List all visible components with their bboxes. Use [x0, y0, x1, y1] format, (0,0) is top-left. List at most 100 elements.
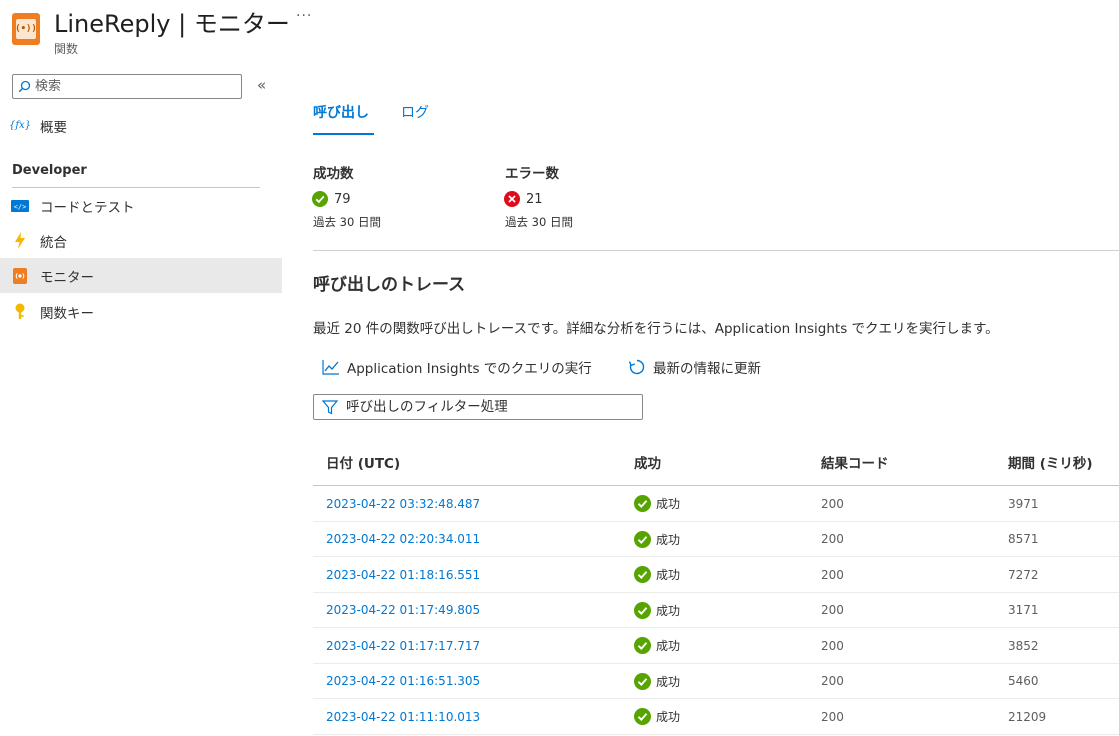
duration: 3971: [1008, 496, 1039, 511]
invocation-date-link[interactable]: 2023-04-22 02:20:34.011: [326, 522, 480, 557]
invocation-date-link[interactable]: 2023-04-22 01:16:51.305: [326, 664, 480, 699]
success-status: 成功: [634, 593, 680, 628]
table-row: 2023-04-22 02:20:34.011 成功 200 8571: [313, 522, 1119, 557]
result-code: 200: [821, 709, 844, 724]
search-icon: [13, 80, 35, 93]
function-icon: {fx}: [8, 120, 32, 131]
invocation-date-link[interactable]: 2023-04-22 01:18:16.551: [326, 557, 480, 592]
column-header-duration[interactable]: 期間 (ミリ秒): [1008, 452, 1093, 472]
table-row: 2023-04-22 01:11:10.013 成功 200 21209: [313, 699, 1119, 735]
invocation-date-link[interactable]: 2023-04-22 01:17:49.805: [326, 593, 480, 628]
sidebar-item-code-test[interactable]: </> コードとテスト: [0, 188, 282, 223]
sidebar-search[interactable]: [12, 74, 242, 99]
success-status: 成功: [634, 522, 680, 557]
success-text: 成功: [656, 568, 681, 582]
result-code: 200: [821, 674, 844, 688]
result-code: 200: [821, 496, 844, 511]
page-subtitle: 関数: [54, 42, 79, 56]
result-code: 200: [821, 638, 844, 653]
success-status: 成功: [634, 664, 680, 699]
column-header-date[interactable]: 日付 (UTC): [326, 452, 400, 472]
success-text: 成功: [656, 639, 681, 653]
success-text: 成功: [656, 603, 681, 618]
refresh-icon: [628, 359, 645, 375]
success-count-value: 79: [334, 191, 351, 207]
duration: 3852: [1008, 638, 1039, 653]
sidebar-item-label: モニター: [40, 269, 94, 286]
success-text: 成功: [656, 710, 681, 724]
error-count-label: エラー数: [505, 166, 559, 182]
sidebar-section-developer: Developer: [12, 163, 87, 178]
filter-icon: [314, 399, 346, 415]
broadcast-icon: (•)): [15, 19, 37, 39]
error-x-icon: [504, 191, 520, 207]
code-icon: </>: [0, 199, 40, 212]
search-input[interactable]: [35, 79, 225, 94]
duration: 7272: [1008, 567, 1039, 582]
invocation-date-link[interactable]: 2023-04-22 01:11:10.013: [326, 699, 480, 734]
sidebar-item-label: コードとテスト: [40, 199, 135, 216]
refresh-label: 最新の情報に更新: [653, 361, 761, 377]
section-divider: [313, 250, 1119, 251]
sidebar-item-overview[interactable]: {fx} 概要: [0, 108, 282, 143]
invocation-date-link[interactable]: 2023-04-22 03:32:48.487: [326, 486, 480, 521]
column-header-result-code[interactable]: 結果コード: [821, 452, 889, 472]
duration: 3171: [1008, 603, 1039, 617]
sidebar-item-function-keys[interactable]: 関数キー: [0, 294, 282, 329]
traces-heading: 呼び出しのトレース: [313, 275, 466, 295]
success-check-icon: [312, 191, 328, 207]
success-count-label: 成功数: [313, 166, 354, 182]
result-code: 200: [821, 603, 844, 617]
traces-description: 最近 20 件の関数呼び出しトレースです。詳細な分析を行うには、Applicat…: [313, 321, 999, 337]
run-query-label: Application Insights でのクエリの実行: [347, 361, 592, 377]
error-count-value: 21: [526, 191, 543, 207]
table-row: 2023-04-22 03:32:48.487 成功 200 3971: [313, 486, 1119, 522]
sidebar-item-label: 概要: [40, 119, 67, 136]
filter-input[interactable]: [346, 399, 626, 415]
collapse-sidebar-icon[interactable]: «: [257, 76, 266, 94]
result-code: 200: [821, 532, 844, 546]
tab-invocations[interactable]: 呼び出し: [313, 102, 369, 122]
success-status: 成功: [634, 557, 680, 592]
duration: 21209: [1008, 709, 1047, 724]
page-title: LineReply | モニター: [54, 10, 290, 38]
invocation-date-link[interactable]: 2023-04-22 01:17:17.717: [326, 628, 480, 663]
active-tab-indicator: [313, 133, 374, 135]
success-status: 成功: [634, 628, 680, 663]
chart-icon: [322, 360, 339, 375]
success-check-icon: [634, 566, 651, 583]
table-row: 2023-04-22 01:18:16.551 成功 200 7272: [313, 557, 1119, 593]
sidebar-item-label: 関数キー: [40, 305, 94, 322]
function-app-icon: (•)): [12, 13, 40, 45]
duration: 5460: [1008, 674, 1039, 688]
success-check-icon: [634, 708, 651, 725]
success-check-icon: [634, 672, 651, 690]
error-count: 21: [504, 191, 543, 207]
table-row: 2023-04-22 01:16:51.305 成功 200 5460: [313, 664, 1119, 699]
success-text: 成功: [656, 674, 681, 689]
sidebar-item-integration[interactable]: 統合: [0, 223, 282, 258]
error-period: 過去 30 日間: [505, 215, 573, 229]
result-code: 200: [821, 567, 844, 582]
more-options-button[interactable]: ···: [296, 8, 312, 24]
success-period: 過去 30 日間: [313, 215, 381, 229]
invocation-filter[interactable]: [313, 394, 643, 420]
table-row: 2023-04-22 01:17:49.805 成功 200 3171: [313, 593, 1119, 628]
monitor-icon: [0, 267, 40, 284]
sidebar-item-monitor[interactable]: モニター: [0, 258, 282, 293]
duration: 8571: [1008, 532, 1039, 546]
success-check-icon: [634, 601, 651, 619]
success-check-icon: [634, 637, 651, 654]
sidebar-item-label: 統合: [40, 234, 67, 251]
key-icon: [0, 303, 40, 320]
success-check-icon: [634, 495, 651, 512]
run-query-button[interactable]: Application Insights でのクエリの実行: [322, 357, 592, 377]
svg-text:</>: </>: [14, 203, 27, 211]
tab-logs[interactable]: ログ: [401, 102, 429, 122]
success-text: 成功: [656, 497, 681, 511]
refresh-button[interactable]: 最新の情報に更新: [628, 357, 761, 377]
success-check-icon: [634, 530, 651, 548]
column-header-success[interactable]: 成功: [634, 452, 661, 472]
lightning-icon: [0, 232, 40, 249]
success-text: 成功: [656, 532, 681, 547]
